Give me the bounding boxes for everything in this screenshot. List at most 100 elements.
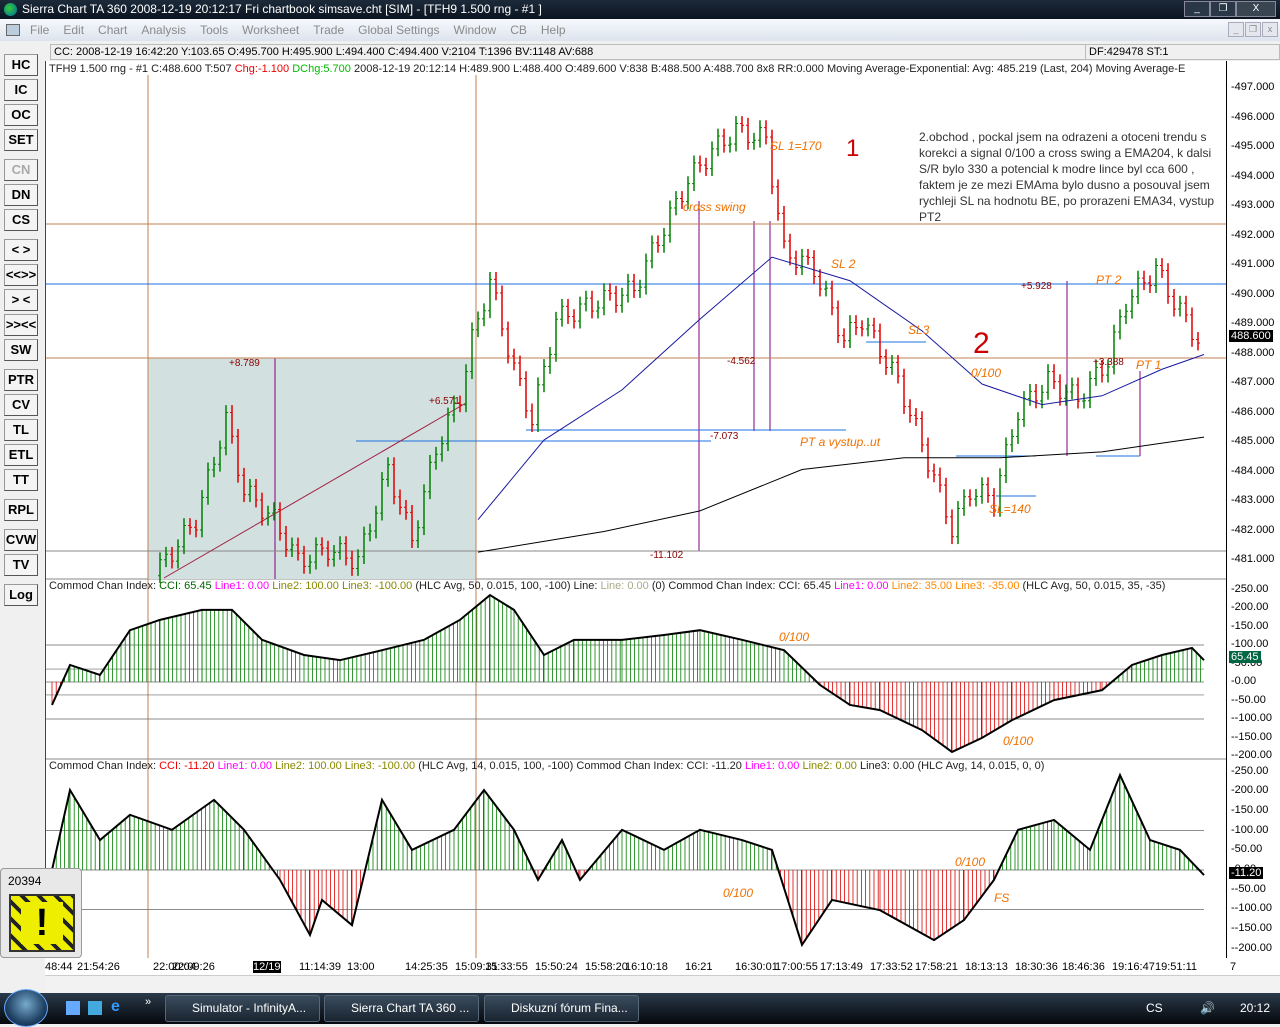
restore-button[interactable]: ❐	[1210, 1, 1236, 17]
clock[interactable]: 20:12	[1240, 1001, 1270, 1015]
cci-axis-label: --100.00	[1231, 712, 1272, 724]
toolbar-button-tv[interactable]: TV	[4, 554, 38, 576]
toolbar-button-hc[interactable]: HC	[4, 54, 38, 76]
pt-exit-label: PT a vystup..ut	[800, 435, 881, 449]
cci-axis-label: -250.00	[1231, 582, 1269, 595]
price-axis-label: -482.000	[1231, 523, 1275, 536]
toolbar-button-[interactable]: < >	[4, 239, 38, 261]
menu-edit[interactable]: Edit	[63, 23, 84, 37]
df-info: DF:429478 ST:1	[1085, 45, 1280, 59]
line-label: Line:	[573, 580, 598, 592]
menu-window[interactable]: Window	[454, 23, 497, 37]
cci50-header: Commod Chan Index: CCI: 65.45 Line1: 0.0…	[49, 580, 1165, 592]
cci50-line	[51, 593, 1205, 754]
cursor-info: CC: 2008-12-19 16:42:20 Y:103.65 O:495.7…	[54, 46, 594, 58]
alert-panel[interactable]: 20394 !	[0, 868, 82, 958]
menu-analysis[interactable]: Analysis	[141, 23, 186, 37]
line1-value: Line1: 0.00	[217, 760, 272, 772]
toolbar-button-oc[interactable]: OC	[4, 104, 38, 126]
study-name: Commod Chan Index:	[49, 580, 156, 592]
cci50-axis[interactable]: -250.00-200.00-150.00-100.00-50.00-0.00-…	[1226, 579, 1280, 761]
cci14-header: Commod Chan Index: CCI: -11.20 Line1: 0.…	[49, 760, 1044, 772]
toolbar-button-[interactable]: >><<	[4, 314, 38, 336]
cursor-info-bar: CC: 2008-12-19 16:42:20 Y:103.65 O:495.7…	[50, 44, 1280, 60]
toolbar-button-cvw[interactable]: CVW	[4, 529, 38, 551]
last-price-marker: 488.600	[1229, 330, 1273, 342]
time-axis-label: 16:21	[685, 961, 713, 973]
mdi-close-button[interactable]: x	[1262, 22, 1278, 37]
toolbar-button-dn[interactable]: DN	[4, 184, 38, 206]
volume-icon[interactable]: 🔊	[1200, 1001, 1215, 1015]
line2-value: Line2: 100.00	[272, 580, 339, 592]
time-axis-label: 13:00	[347, 961, 375, 973]
line2-value: Line2: 35.00	[891, 580, 953, 592]
highlight-zone	[148, 358, 476, 579]
menu-worksheet[interactable]: Worksheet	[242, 23, 299, 37]
toolbar-button-log[interactable]: Log	[4, 584, 38, 606]
minimize-button[interactable]: _	[1184, 1, 1210, 17]
ema34-line	[477, 256, 1205, 521]
toolbar-button-[interactable]: > <	[4, 289, 38, 311]
toolbar-button-cn[interactable]: CN	[4, 159, 38, 181]
menu-trade[interactable]: Trade	[313, 23, 344, 37]
toolbar-button-rpl[interactable]: RPL	[4, 499, 38, 521]
toolbar-button-cv[interactable]: CV	[4, 394, 38, 416]
toolbar-button-cs[interactable]: CS	[4, 209, 38, 231]
price-axis-label: -484.000	[1231, 464, 1275, 477]
cci-axis-label: -200.00	[1231, 601, 1269, 613]
ie-icon[interactable]: e	[111, 998, 120, 1016]
line1-value: Line1: 0.00	[834, 580, 889, 592]
toolbar-button-etl[interactable]: ETL	[4, 444, 38, 466]
task-forum[interactable]: Diskuzní fórum Fina...	[484, 995, 639, 1022]
zero-hundred-label: 0/100	[971, 366, 1002, 380]
more-chevron-icon[interactable]: »	[145, 996, 151, 1008]
bar-info: 2008-12-19 20:12:14 H:489.900 L:488.400 …	[353, 63, 1186, 75]
line-value: Line: 0.00	[600, 580, 649, 592]
menu-file[interactable]: File	[30, 23, 49, 37]
menu-cb[interactable]: CB	[510, 23, 527, 37]
switch-windows-icon[interactable]	[88, 1001, 102, 1015]
price-axis-label: -487.000	[1231, 376, 1275, 388]
language-indicator[interactable]: CS	[1146, 1001, 1163, 1015]
price-axis[interactable]: -497.000 -496.000 -495.000 -494.000 -493.000…	[1226, 61, 1280, 579]
menu-global-settings[interactable]: Global Settings	[358, 23, 439, 37]
task-sierra-chart[interactable]: Sierra Chart TA 360 ...	[324, 995, 479, 1022]
time-axis-label: 14:25:35	[405, 961, 448, 973]
menu-chart[interactable]: Chart	[98, 23, 127, 37]
toolbar-button-set[interactable]: SET	[4, 129, 38, 151]
toolbar-button-ic[interactable]: IC	[4, 79, 38, 101]
task-simulator[interactable]: Simulator - InfinityA...	[165, 995, 320, 1022]
fs-label: FS	[994, 891, 1010, 905]
start-button[interactable]	[4, 989, 48, 1027]
cci-axis-label: -100.00	[1231, 823, 1269, 836]
pt2-label: PT 2	[1096, 273, 1122, 287]
menu-tools[interactable]: Tools	[200, 23, 228, 37]
zero-hundred-label: 0/100	[723, 886, 754, 900]
sl2-label: SL 2	[831, 257, 856, 271]
horizontal-scrollbar[interactable]	[45, 975, 1280, 992]
mdi-restore-button[interactable]: ❐	[1245, 22, 1261, 37]
toolbar-button-tt[interactable]: TT	[4, 469, 38, 491]
cci14-axis[interactable]: -250.00-200.00-150.00-100.00-50.00-0.00-…	[1226, 759, 1280, 958]
menu-help[interactable]: Help	[541, 23, 566, 37]
menu-bar: File Edit Chart Analysis Tools Worksheet…	[0, 19, 1280, 41]
cci-axis-label: -0.00	[1231, 675, 1257, 687]
document-icon[interactable]	[6, 24, 20, 36]
close-button[interactable]: X	[1236, 1, 1276, 17]
measure-label: -11.102	[650, 550, 684, 561]
time-axis-label: 16:10:18	[625, 961, 668, 973]
mdi-minimize-button[interactable]: _	[1228, 22, 1244, 37]
study-name: Commod Chan Index:	[576, 760, 684, 772]
time-axis-label: 18:13:13	[965, 961, 1008, 973]
app-globe-icon	[4, 3, 17, 16]
price-axis-label: -489.000	[1231, 317, 1275, 329]
toolbar-button-sw[interactable]: SW	[4, 339, 38, 361]
toolbar-button-ptr[interactable]: PTR	[4, 369, 38, 391]
show-desktop-icon[interactable]	[66, 1001, 80, 1015]
time-axis-label: 18:46:36	[1062, 961, 1105, 973]
chart-area[interactable]: TFH9 1.500 rng - #1 C:488.600 T:507 Chg:…	[45, 61, 1280, 975]
toolbar-button-[interactable]: <<>>	[4, 264, 38, 286]
toolbar-button-tl[interactable]: TL	[4, 419, 38, 441]
price-axis-label: -495.000	[1231, 140, 1275, 152]
price-axis-label: -483.000	[1231, 494, 1275, 506]
